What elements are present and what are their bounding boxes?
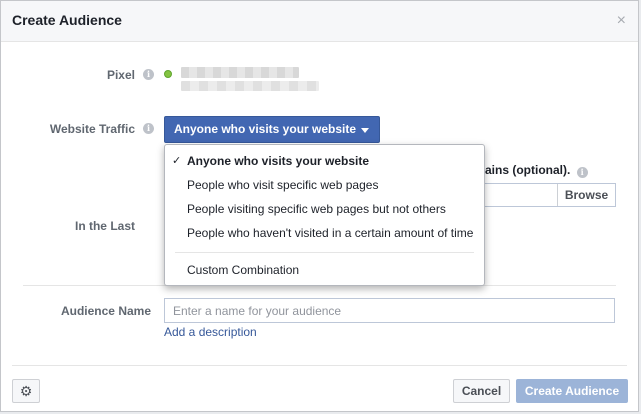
dialog-title: Create Audience bbox=[12, 12, 122, 28]
check-icon: ✓ bbox=[172, 155, 182, 167]
menu-item-specific-pages[interactable]: People who visit specific web pages bbox=[165, 173, 484, 197]
website-traffic-dropdown[interactable]: Anyone who visits your website bbox=[164, 116, 380, 143]
chevron-down-icon bbox=[361, 128, 369, 133]
website-traffic-menu: ✓ Anyone who visits your website People … bbox=[164, 144, 485, 286]
create-audience-button[interactable]: Create Audience bbox=[516, 379, 628, 403]
dialog-header: Create Audience × bbox=[1, 1, 638, 42]
menu-item-not-visited[interactable]: People who haven't visited in a certain … bbox=[165, 221, 484, 245]
close-icon[interactable]: × bbox=[617, 13, 626, 29]
menu-item-specific-but-not-others[interactable]: People visiting specific web pages but n… bbox=[165, 197, 484, 221]
menu-divider bbox=[175, 252, 474, 253]
domains-file-field[interactable]: Browse bbox=[485, 183, 616, 207]
audience-name-label: Audience Name bbox=[60, 304, 151, 318]
add-description-link[interactable]: Add a description bbox=[164, 325, 257, 339]
domains-label: ains (optional). i bbox=[485, 163, 588, 178]
menu-item-anyone[interactable]: ✓ Anyone who visits your website bbox=[165, 149, 484, 173]
gear-icon: ⚙ bbox=[19, 383, 33, 399]
pixel-status-dot bbox=[164, 70, 172, 78]
create-audience-dialog: Create Audience × Pixel i Website Traffi… bbox=[0, 0, 639, 412]
pixel-label: Pixel bbox=[106, 68, 135, 82]
cancel-button[interactable]: Cancel bbox=[453, 379, 510, 403]
footer-divider bbox=[12, 365, 627, 366]
in-the-last-label: In the Last bbox=[74, 219, 135, 233]
website-traffic-selected: Anyone who visits your website bbox=[174, 122, 357, 136]
domains-info-icon[interactable]: i bbox=[576, 167, 588, 178]
browse-button[interactable]: Browse bbox=[557, 184, 615, 206]
pixel-info-icon[interactable]: i bbox=[143, 69, 154, 80]
settings-button[interactable]: ⚙ bbox=[12, 379, 40, 403]
menu-item-custom-combination[interactable]: Custom Combination bbox=[165, 258, 484, 282]
website-traffic-label: Website Traffic bbox=[49, 122, 135, 136]
audience-name-input[interactable] bbox=[164, 298, 615, 323]
website-traffic-info-icon[interactable]: i bbox=[143, 123, 154, 134]
